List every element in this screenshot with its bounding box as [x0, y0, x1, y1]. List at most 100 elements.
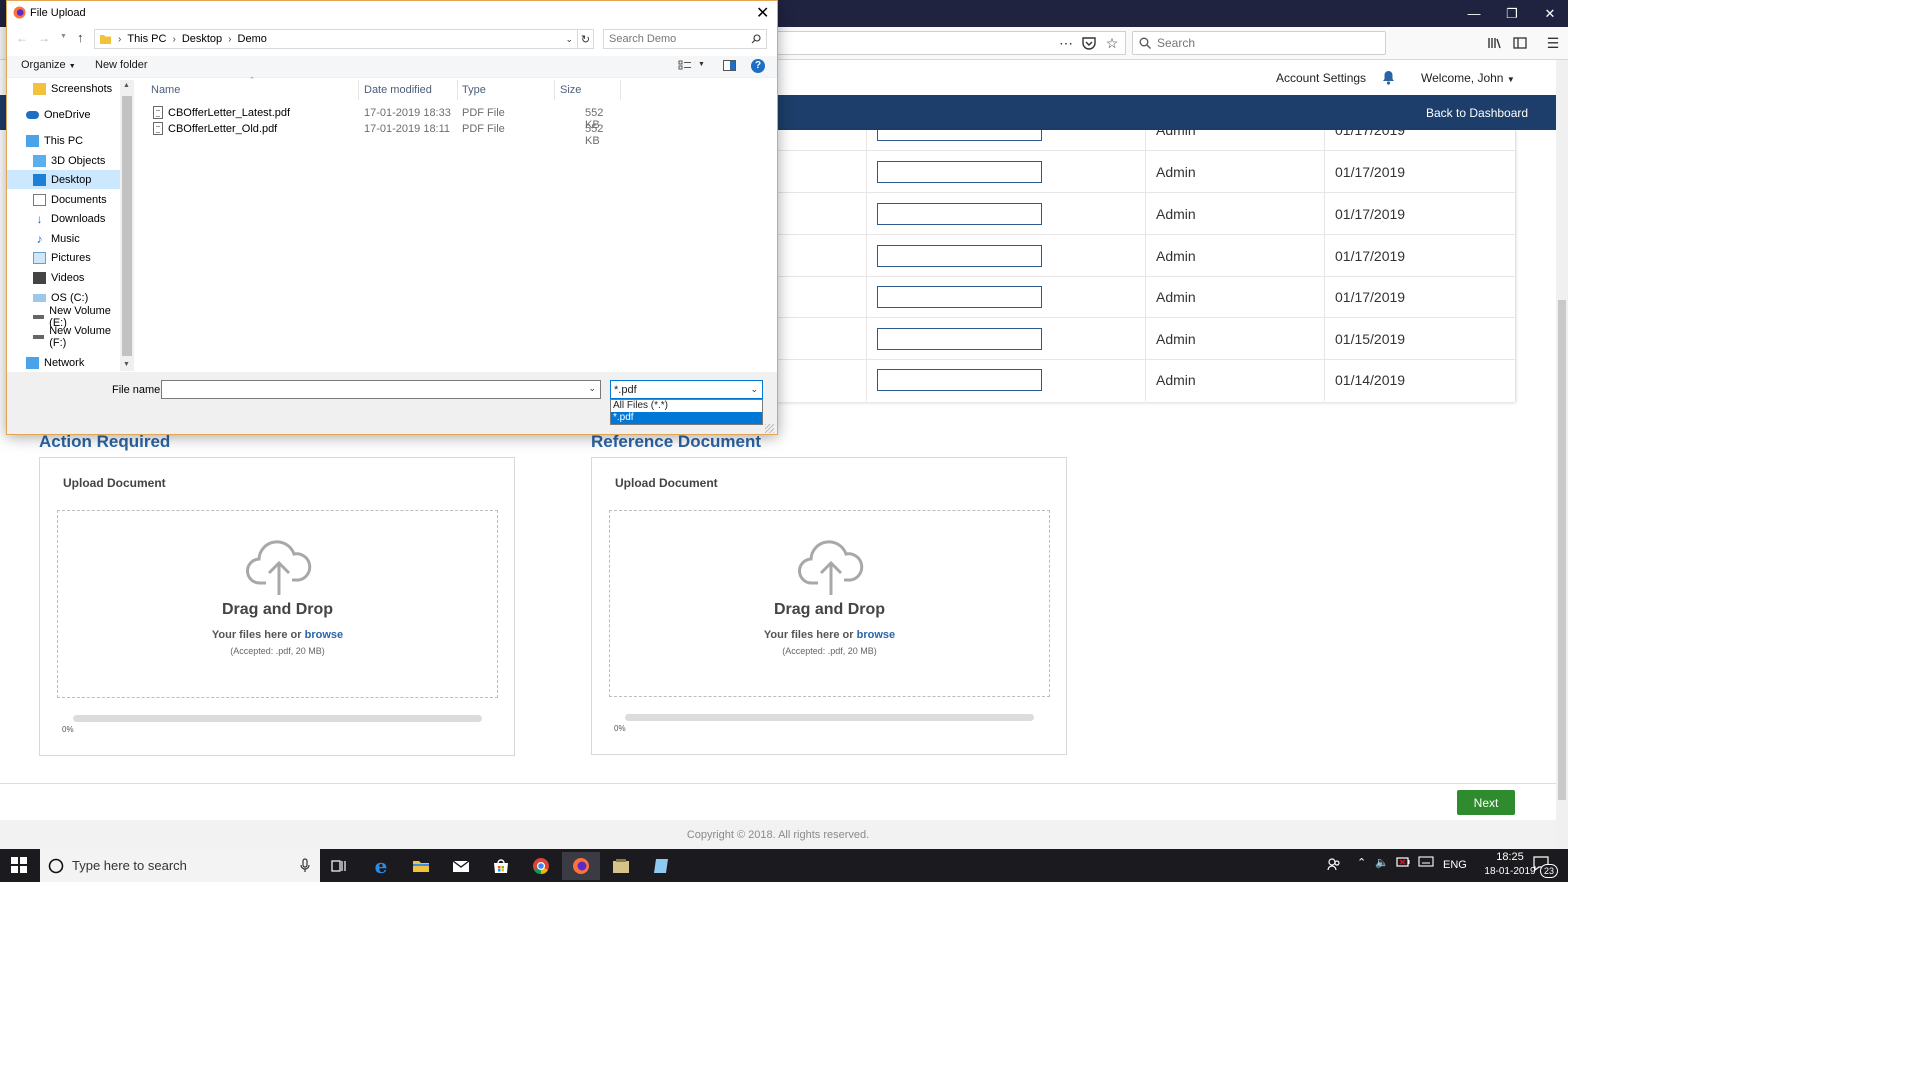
file-row[interactable]: CBOfferLetter_Latest.pdf 17-01-2019 18:3…: [150, 106, 620, 131]
nav-item-videos[interactable]: Videos: [7, 268, 120, 287]
back-to-dashboard-link[interactable]: Back to Dashboard: [1426, 106, 1528, 120]
address-dropdown-chevron-icon[interactable]: ⌄: [565, 34, 573, 45]
nav-item-screenshots[interactable]: Screenshots: [7, 79, 120, 98]
column-header-size[interactable]: Size: [560, 84, 581, 96]
new-folder-button[interactable]: New folder: [95, 59, 148, 71]
page-actions-icon[interactable]: ⋯: [1055, 32, 1077, 54]
view-options-icon[interactable]: [678, 60, 692, 74]
library-icon[interactable]: [1484, 32, 1506, 54]
file-row[interactable]: CBOfferLetter_Old.pdf 17-01-2019 18:11 P…: [150, 122, 620, 147]
column-header-type[interactable]: Type: [462, 84, 486, 96]
column-header-name[interactable]: Name: [151, 84, 180, 96]
clock-time[interactable]: 18:25: [1485, 851, 1535, 863]
nav-item-3d-objects[interactable]: 3D Objects: [7, 151, 120, 170]
upload-card-title: Upload Document: [63, 476, 166, 490]
nav-item-new-volume-e[interactable]: New Volume (E:): [7, 305, 120, 329]
task-view-icon[interactable]: [320, 852, 358, 880]
refresh-icon[interactable]: ↻: [578, 29, 594, 49]
breadcrumb-this-pc[interactable]: This PC: [127, 33, 166, 45]
column-header-date-modified[interactable]: Date modified: [364, 84, 432, 96]
address-bar[interactable]: › This PC › Desktop › Demo ⌄: [94, 29, 578, 49]
tray-chevron-up-icon[interactable]: ⌃: [1357, 856, 1366, 869]
next-button[interactable]: Next: [1457, 790, 1515, 815]
forward-arrow-icon[interactable]: →: [38, 31, 50, 45]
scroll-up-chevron-icon[interactable]: ▲: [123, 82, 130, 89]
table-cell-input[interactable]: [877, 130, 1042, 141]
windows-start-icon[interactable]: [11, 857, 27, 876]
microphone-icon[interactable]: [300, 858, 310, 873]
welcome-user-menu[interactable]: Welcome, John ▼: [1421, 71, 1515, 85]
notepad-icon[interactable]: [642, 852, 680, 880]
table-cell-input[interactable]: [877, 286, 1042, 308]
file-type-option-all-files[interactable]: All Files (*.*): [611, 400, 762, 412]
taskbar-search-box[interactable]: Type here to search: [40, 849, 320, 882]
notification-bell-icon[interactable]: [1382, 70, 1395, 88]
page-scrollbar-thumb[interactable]: [1558, 300, 1566, 800]
table-cell-input[interactable]: [877, 245, 1042, 267]
table-cell-input[interactable]: [877, 203, 1042, 225]
table-cell-input[interactable]: [877, 161, 1042, 183]
help-icon[interactable]: ?: [751, 59, 765, 73]
file-type-option-pdf[interactable]: *.pdf: [611, 412, 762, 424]
nav-item-onedrive[interactable]: OneDrive: [7, 105, 120, 124]
file-name-input[interactable]: ⌄: [161, 380, 601, 399]
table-cell-input[interactable]: [877, 369, 1042, 391]
column-divider[interactable]: [358, 80, 359, 100]
nav-item-pictures[interactable]: Pictures: [7, 248, 120, 267]
column-divider[interactable]: [554, 80, 555, 100]
nav-item-new-volume-f[interactable]: New Volume (F:): [7, 325, 120, 349]
resize-grip-icon[interactable]: [765, 424, 774, 433]
edge-browser-icon[interactable]: e: [362, 852, 400, 880]
keyboard-icon[interactable]: [1418, 856, 1434, 870]
file-type-select[interactable]: *.pdf ⌄: [610, 380, 763, 399]
nav-item-network[interactable]: Network: [7, 353, 120, 372]
hamburger-menu-icon[interactable]: ☰: [1542, 32, 1564, 54]
view-options-chevron-icon[interactable]: ▼: [698, 61, 705, 68]
input-language[interactable]: ENG: [1443, 859, 1467, 871]
battery-warning-icon[interactable]: [1396, 856, 1410, 871]
table-cell-input[interactable]: [877, 328, 1042, 350]
preview-pane-icon[interactable]: [723, 60, 736, 74]
volume-icon[interactable]: 🔈: [1375, 856, 1389, 869]
dialog-search-box[interactable]: Search Demo: [603, 29, 767, 49]
mail-icon[interactable]: [442, 852, 480, 880]
nav-item-this-pc[interactable]: This PC: [7, 131, 120, 150]
nav-item-documents[interactable]: Documents: [7, 190, 120, 209]
people-icon[interactable]: [1327, 857, 1341, 874]
clock-date[interactable]: 18-01-2019: [1483, 866, 1537, 877]
drop-zone[interactable]: Drag and Drop Your files here or browse …: [57, 510, 498, 698]
browser-search-bar[interactable]: [1132, 31, 1386, 55]
file-name: CBOfferLetter_Old.pdf: [168, 123, 278, 135]
chrome-icon[interactable]: [522, 852, 560, 880]
browser-search-input[interactable]: [1157, 36, 1357, 50]
browse-link[interactable]: browse: [305, 629, 344, 641]
firefox-icon[interactable]: [562, 852, 600, 880]
nav-pane-scrollbar-thumb[interactable]: [122, 96, 132, 356]
restore-button[interactable]: ❐: [1493, 0, 1531, 27]
browse-link[interactable]: browse: [857, 629, 896, 641]
store-icon[interactable]: [482, 852, 520, 880]
database-app-icon[interactable]: [602, 852, 640, 880]
dialog-close-button[interactable]: ✕: [756, 3, 769, 23]
sidebar-icon[interactable]: [1509, 32, 1531, 54]
breadcrumb-desktop[interactable]: Desktop: [182, 33, 222, 45]
file-explorer-icon[interactable]: [402, 852, 440, 880]
bookmark-star-icon[interactable]: ☆: [1101, 32, 1123, 54]
recent-locations-chevron-icon[interactable]: ▼: [60, 33, 67, 40]
drop-zone[interactable]: Drag and Drop Your files here or browse …: [609, 510, 1050, 697]
minimize-button[interactable]: —: [1455, 0, 1493, 27]
file-name-dropdown-chevron-icon[interactable]: ⌄: [588, 383, 596, 394]
organize-menu[interactable]: Organize ▼: [21, 59, 76, 71]
up-arrow-icon[interactable]: ↑: [77, 30, 84, 45]
close-window-button[interactable]: ✕: [1531, 0, 1569, 27]
nav-item-desktop[interactable]: Desktop: [7, 170, 120, 189]
account-settings-link[interactable]: Account Settings: [1276, 71, 1366, 85]
nav-item-downloads[interactable]: ↓ Downloads: [7, 209, 120, 228]
column-divider[interactable]: [620, 80, 621, 100]
back-arrow-icon[interactable]: ←: [16, 31, 28, 45]
scroll-down-chevron-icon[interactable]: ▼: [123, 361, 130, 368]
column-divider[interactable]: [457, 80, 458, 100]
nav-item-music[interactable]: ♪ Music: [7, 229, 120, 248]
pocket-icon[interactable]: [1078, 32, 1100, 54]
breadcrumb-demo[interactable]: Demo: [238, 33, 267, 45]
